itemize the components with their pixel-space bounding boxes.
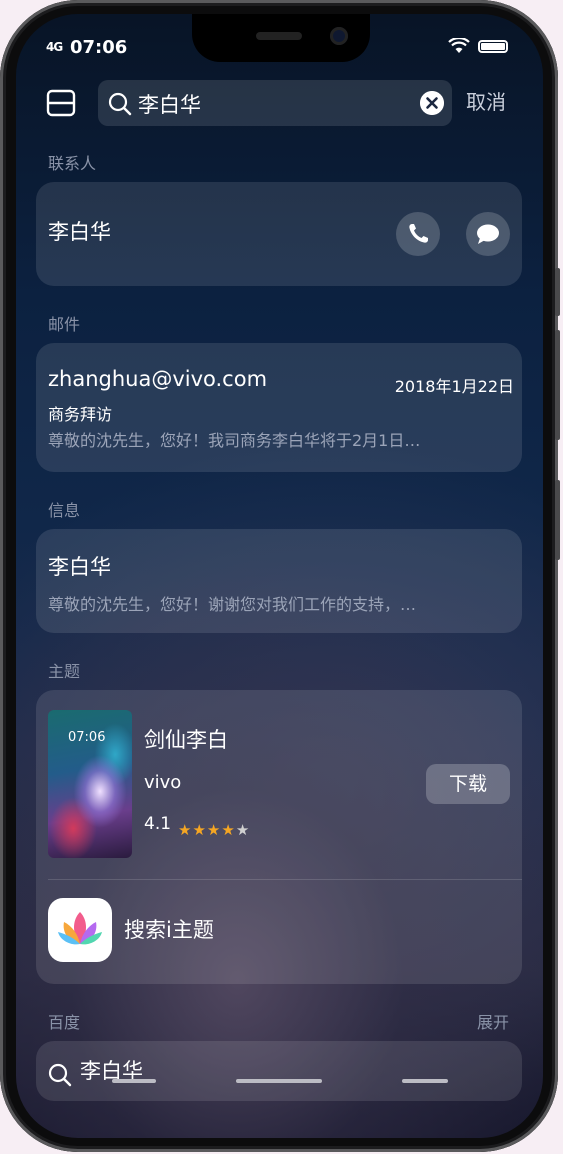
thumbnail-time: 07:06 [68, 730, 106, 745]
search-value: 李白华 [138, 93, 201, 117]
baidu-search-card[interactable]: 李白华 [36, 1041, 522, 1101]
baidu-section-label: 百度 [48, 1013, 81, 1032]
speaker [256, 32, 302, 40]
search-input[interactable]: 李白华 [98, 80, 452, 126]
chat-bubble-icon [477, 224, 499, 244]
theme-card: 07:06 剑仙李白 vivo 4.1 ★★★★★ 下载 搜索i主题 [36, 690, 522, 984]
search-icon [48, 1063, 72, 1087]
theme-thumbnail[interactable]: 07:06 [48, 710, 132, 858]
messages-section-label: 信息 [48, 501, 81, 520]
search-icon [108, 92, 132, 116]
contacts-section-label: 联系人 [48, 154, 97, 173]
theme-rating: 4.1 [144, 814, 172, 834]
star-filled-icon: ★ [221, 821, 236, 839]
nav-indicator-home[interactable] [236, 1079, 322, 1083]
cancel-button[interactable]: 取消 [466, 86, 506, 115]
phone-icon [409, 224, 428, 243]
call-button[interactable] [396, 212, 440, 256]
nav-indicator-left[interactable] [112, 1079, 156, 1083]
clear-icon[interactable] [420, 91, 444, 115]
signal-label: 4G [46, 40, 63, 54]
lotus-icon [58, 912, 102, 945]
theme-title[interactable]: 剑仙李白 [144, 724, 228, 754]
theme-author: vivo [144, 772, 182, 793]
notch [192, 14, 370, 62]
screen: 4G 07:06 李白华 取消 联系人 李白华 邮件 zhanghua@vivo… [16, 14, 543, 1138]
menu-icon[interactable] [46, 88, 76, 118]
contact-name: 李白华 [48, 220, 111, 244]
email-address: zhanghua@vivo.com [48, 367, 268, 391]
email-card[interactable]: zhanghua@vivo.com 2018年1月22日 商务拜访 尊敬的沈先生… [36, 343, 522, 472]
itheme-store-link[interactable]: 搜索i主题 [124, 914, 214, 944]
wifi-icon [448, 38, 470, 53]
message-sender: 李白华 [48, 555, 111, 579]
star-filled-icon: ★ [206, 821, 222, 839]
email-subject: 商务拜访 [48, 405, 113, 424]
download-button[interactable]: 下载 [426, 764, 510, 804]
divider [48, 879, 522, 880]
itheme-app-icon[interactable] [48, 898, 112, 962]
nav-indicator-right[interactable] [402, 1079, 448, 1083]
side-button [555, 480, 560, 560]
star-filled-icon: ★ [178, 821, 193, 839]
front-camera [330, 27, 348, 45]
message-preview: 尊敬的沈先生，您好！谢谢您对我们工作的支持，… [48, 595, 417, 614]
email-section-label: 邮件 [48, 315, 81, 334]
email-date: 2018年1月22日 [394, 377, 514, 396]
volume-button [555, 268, 560, 316]
star-empty-icon: ★ [235, 821, 251, 839]
rating-stars: ★★★★★ [178, 821, 250, 839]
message-card[interactable]: 李白华 尊敬的沈先生，您好！谢谢您对我们工作的支持，… [36, 529, 522, 633]
status-time: 07:06 [70, 37, 128, 58]
contact-card[interactable]: 李白华 [36, 182, 522, 286]
email-preview: 尊敬的沈先生，您好！我司商务李白华将于2月1日… [48, 431, 421, 450]
expand-button[interactable]: 展开 [477, 1009, 509, 1033]
message-button[interactable] [466, 212, 510, 256]
battery-icon [478, 40, 508, 53]
phone-frame: 4G 07:06 李白华 取消 联系人 李白华 邮件 zhanghua@vivo… [0, 0, 560, 1152]
themes-section-label: 主题 [48, 662, 81, 681]
power-button [555, 330, 560, 440]
star-filled-icon: ★ [192, 821, 207, 839]
